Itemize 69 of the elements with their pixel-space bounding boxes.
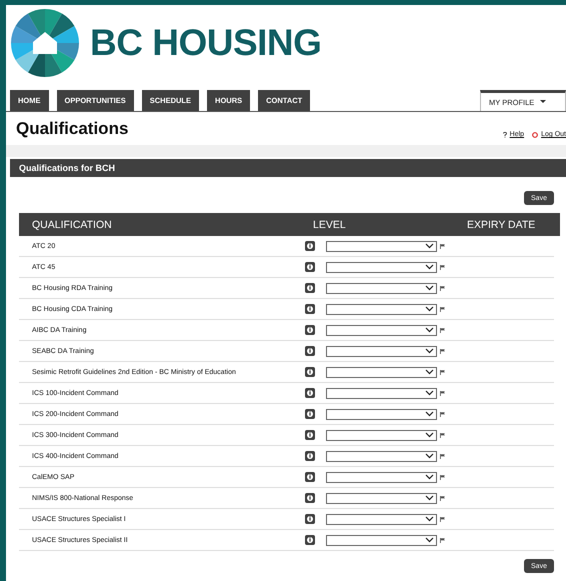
info-icon[interactable] (305, 304, 315, 314)
info-icon[interactable] (305, 367, 315, 377)
info-icon[interactable] (305, 493, 315, 503)
level-select[interactable] (326, 346, 437, 356)
chevron-down-icon (425, 474, 434, 480)
level-select[interactable] (326, 262, 437, 272)
level-select[interactable] (326, 388, 437, 398)
level-select[interactable] (326, 240, 437, 252)
flag-icon (440, 244, 445, 248)
flag-icon (440, 474, 445, 480)
info-icon[interactable] (305, 388, 315, 398)
chevron-down-icon (425, 243, 434, 249)
flag-icon (440, 432, 445, 438)
level-select[interactable] (326, 492, 437, 504)
column-header: QUALIFICATION (31, 218, 113, 230)
chevron-down-icon (425, 348, 434, 354)
chevron-down-icon (425, 369, 434, 375)
info-icon[interactable] (305, 325, 315, 335)
info-icon[interactable] (305, 514, 315, 524)
level-select[interactable] (326, 366, 437, 378)
level-select[interactable] (326, 282, 437, 294)
level-select[interactable] (326, 450, 437, 462)
column-header: LEVEL (313, 218, 347, 230)
level-select[interactable] (326, 324, 437, 336)
level-select[interactable] (326, 514, 437, 524)
panel-header: Qualifications for BCH (10, 159, 566, 177)
flag-icon (440, 264, 445, 270)
chevron-down-icon (425, 432, 434, 438)
info-icon[interactable] (305, 262, 315, 272)
chevron-down-icon (425, 495, 434, 501)
info-icon[interactable] (305, 472, 315, 482)
flag-icon (440, 454, 445, 458)
chevron-down-icon (425, 537, 434, 543)
chevron-down-icon (425, 306, 434, 312)
info-icon[interactable] (305, 346, 315, 356)
info-icon[interactable] (305, 241, 315, 251)
flag-icon (440, 412, 445, 416)
flag-icon (440, 348, 445, 354)
level-select[interactable] (326, 472, 437, 482)
chevron-down-icon (425, 516, 434, 522)
flag-icon (440, 538, 445, 542)
flag-icon (440, 516, 445, 522)
chevron-down-icon (425, 327, 434, 333)
info-icon[interactable] (305, 409, 315, 419)
info-icon[interactable] (305, 283, 315, 293)
chevron-down-icon (425, 390, 434, 396)
flag-icon (440, 370, 445, 374)
chevron-down-icon (425, 264, 434, 270)
level-select[interactable] (326, 534, 437, 546)
column-header: EXPIRY DATE (467, 218, 536, 230)
info-icon[interactable] (305, 430, 315, 440)
flag-icon (440, 390, 445, 396)
flag-icon (440, 496, 445, 500)
chevron-down-icon (425, 285, 434, 291)
chevron-down-icon (425, 411, 434, 417)
page-title: Qualifications (16, 119, 128, 139)
level-select[interactable] (326, 430, 437, 440)
flag-icon (440, 306, 445, 312)
brand-name: BC HOUSING (90, 22, 322, 64)
flag-icon (440, 328, 445, 332)
flag-icon (440, 286, 445, 290)
help-icon (502, 132, 507, 138)
logo-icon (10, 8, 80, 78)
level-select[interactable] (326, 408, 437, 420)
info-icon[interactable] (305, 451, 315, 461)
chevron-down-icon (425, 453, 434, 459)
caret-icon (540, 100, 546, 104)
info-icon[interactable] (305, 535, 315, 545)
level-select[interactable] (326, 304, 437, 314)
